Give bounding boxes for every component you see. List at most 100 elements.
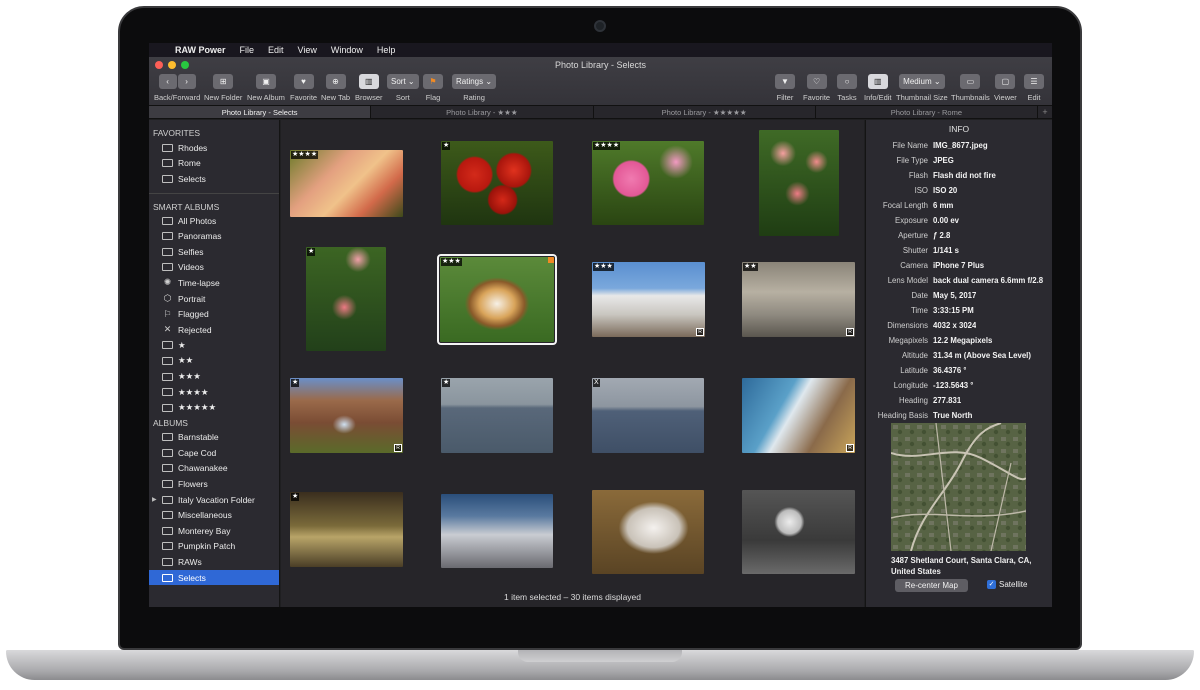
sidebar-item-panoramas[interactable]: Panoramas [149,228,279,244]
sidebar-item-one-star[interactable]: ★ [149,338,279,354]
photo-thumbnail[interactable] [441,494,553,568]
info-row-file-type: File Type JPEG [896,156,954,165]
viewer-icon: ▢ [1001,77,1010,86]
sidebar-item-rejected[interactable]: ✕ Rejected [149,322,279,338]
menu-window[interactable]: Window [331,45,363,55]
forward-button[interactable]: › [177,74,196,89]
sidebar-item-time-lapse[interactable]: ✺ Time-lapse [149,275,279,291]
sidebar-item-selects[interactable]: Selects [149,569,279,586]
edit-button[interactable]: ☰ [1024,74,1044,89]
sidebar-item-five-stars[interactable]: ★★★★★ [149,400,279,416]
sidebar-item-portrait[interactable]: ⬡ Portrait [149,291,279,307]
photo-thumbnail[interactable]: ★ R [290,378,403,453]
info-row-exposure: Exposure 0.00 ev [895,216,960,225]
sidebar-item-videos[interactable]: Videos [149,260,279,276]
viewer-button[interactable]: ▢ [995,74,1016,89]
tasks-button[interactable]: ○ [837,74,857,89]
thumbnail-size-dropdown[interactable]: Medium ⌄ [899,74,945,89]
sidebar-item-italy-vacation-folder[interactable]: ▶ Italy Vacation Folder [149,492,279,508]
menu-edit[interactable]: Edit [268,45,284,55]
flag-button[interactable]: ⚑ [423,74,443,89]
rating-stars: ★ [307,248,316,256]
sidebar-item-cape-cod[interactable]: Cape Cod [149,445,279,461]
sidebar-item-three-stars[interactable]: ★★★ [149,369,279,385]
photo-thumbnail[interactable]: ★ [441,378,553,453]
menu-file[interactable]: File [240,45,255,55]
photo-thumbnail[interactable]: ★★★ R [592,262,705,337]
rating-album-icon [162,356,173,365]
photo-thumbnail-selected[interactable]: ★★★ [437,254,557,345]
info-rows: File Name IMG_8677.jpeg File Type JPEG Fla… [866,138,1052,423]
add-tab-icon[interactable]: + [1038,106,1052,118]
viewer-group: ▢ Viewer [994,74,1017,102]
photo-thumbnail[interactable]: ★ [290,492,403,567]
sidebar-item-rome[interactable]: Rome [149,156,279,172]
info-row-heading: Heading 277.831 [898,396,962,405]
new-tab-button[interactable]: ⊕ [325,74,346,89]
menu-help[interactable]: Help [377,45,396,55]
camera-dot [594,20,606,32]
photo-thumbnail[interactable]: R [742,378,855,453]
album-icon [162,174,173,183]
disclosure-triangle-icon[interactable]: ▶ [152,496,157,503]
new-album-button[interactable]: ▣ [255,74,276,89]
menu-app-name[interactable]: RAW Power [175,45,226,55]
favorite-folder-button[interactable]: ♥ [293,74,314,89]
tab-rome[interactable]: Photo Library - Rome [816,106,1038,118]
tab-selects[interactable]: Photo Library - Selects [149,106,372,118]
browser-button[interactable]: ▥ [358,74,379,89]
sidebar-item-selects-fav[interactable]: Selects [149,171,279,187]
rating-stars: ★★★★ [291,151,319,159]
thumbnails-group: ▭ Thumbnails [951,74,990,102]
sidebar-item-miscellaneous[interactable]: Miscellaneous [149,507,279,523]
sidebar-item-four-stars[interactable]: ★★★★ [149,384,279,400]
sidebar-item-all-photos[interactable]: All Photos [149,213,279,229]
satellite-map[interactable] [891,423,1026,551]
sidebar-item-flagged[interactable]: ⚐ Flagged [149,306,279,322]
info-row-flash: Flash Flash did not fire [908,171,996,180]
sidebar-item-flowers[interactable]: Flowers [149,476,279,492]
satellite-checkbox[interactable]: ✓ Satellite [987,580,1027,589]
photos-icon [162,216,173,225]
photo-thumbnail[interactable]: X [592,378,704,453]
sidebar-item-two-stars[interactable]: ★★ [149,353,279,369]
rating-dropdown[interactable]: Ratings ⌄ [452,74,497,89]
new-tab-label: New Tab [321,93,351,102]
thumbnails-button[interactable]: ▭ [960,74,981,89]
back-button[interactable]: ‹ [158,74,177,89]
sidebar-item-rhodes[interactable]: Rhodes [149,140,279,156]
photo-thumbnail[interactable] [592,490,704,574]
album-icon [162,573,173,582]
back-forward-group: ‹ › Back/Forward [154,74,200,102]
portrait-cube-icon: ⬡ [163,293,172,304]
tab-five-stars[interactable]: Photo Library - ★★★★★ [594,106,816,118]
sidebar-item-monterey-bay[interactable]: Monterey Bay [149,523,279,539]
favorite-button[interactable]: ♡ [806,74,827,89]
thumbnail-size-value: Medium [903,77,932,86]
rating-stars: ★ [291,379,300,387]
viewer-label: Viewer [994,93,1017,102]
photo-thumbnail[interactable]: ★ [441,141,553,225]
sidebar-item-selfies[interactable]: Selfies [149,244,279,260]
rating-stars: ★★★ [441,258,462,266]
sidebar-item-raws[interactable]: RAWs [149,554,279,570]
photo-thumbnail[interactable]: ★★ R [742,262,855,337]
photo-thumbnail[interactable]: ★★★★ [290,150,403,217]
sort-dropdown[interactable]: Sort ⌄ [387,74,419,89]
info-edit-button[interactable]: ▥ [867,74,888,89]
tab-three-stars[interactable]: Photo Library - ★★★ [371,106,594,118]
photo-thumbnail[interactable]: ★★★★ [592,141,704,225]
window-title: Photo Library - Selects [554,60,647,70]
sidebar-item-pumpkin-patch[interactable]: Pumpkin Patch [149,539,279,555]
new-folder-button[interactable]: ⊞ [213,74,234,89]
photo-thumbnail[interactable] [759,130,839,236]
edit-label: Edit [1027,93,1041,102]
satellite-label: Satellite [999,580,1028,589]
sidebar-item-barnstable[interactable]: Barnstable [149,430,279,446]
filter-button[interactable]: ▼ [775,74,795,89]
photo-thumbnail[interactable] [742,490,855,574]
recenter-map-button[interactable]: Re-center Map [895,579,968,592]
sidebar-item-chawanakee[interactable]: Chawanakee [149,461,279,477]
menu-view[interactable]: View [298,45,317,55]
photo-thumbnail[interactable]: ★ [306,247,386,351]
